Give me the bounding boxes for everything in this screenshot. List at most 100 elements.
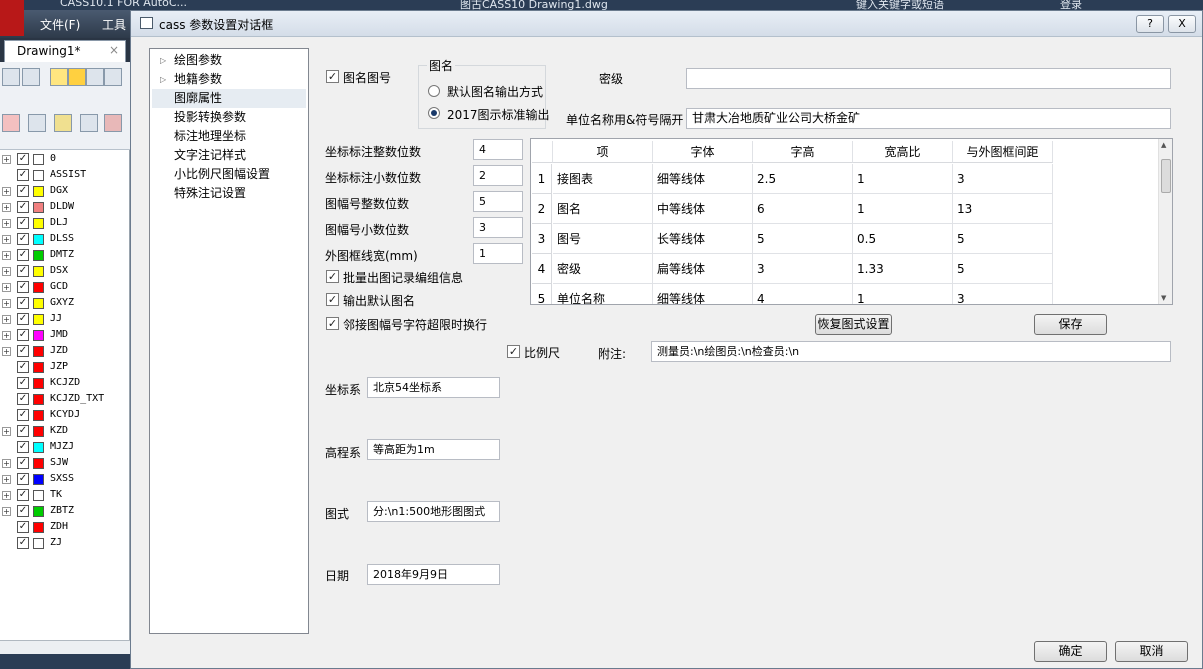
layer-color-swatch[interactable] <box>33 170 44 181</box>
frame-text-table[interactable]: ▲ ▼ 项字体 字高 宽高比 与外图框间距 1 接图表 细等线体 2.5 1 3 2 图名 中等线体 6 1… <box>530 138 1173 305</box>
layer-color-swatch[interactable] <box>33 362 44 373</box>
expand-icon[interactable]: + <box>2 267 11 276</box>
table-row-header[interactable]: 3 <box>532 224 552 254</box>
layer-visible-checkbox[interactable]: ✓ <box>17 265 29 277</box>
layer-row[interactable]: + ✓ TK <box>0 488 130 504</box>
layer-row[interactable]: ✓ MJZJ <box>0 440 130 456</box>
table-cell[interactable]: 细等线体 <box>653 164 753 194</box>
save-button[interactable]: 保存 <box>1034 314 1107 335</box>
layer-visible-checkbox[interactable]: ✓ <box>17 201 29 213</box>
layer-visible-checkbox[interactable]: ✓ <box>17 441 29 453</box>
sheet-dec-digits-input[interactable]: 3 <box>473 217 523 238</box>
layer-visible-checkbox[interactable]: ✓ <box>17 521 29 533</box>
expand-icon[interactable]: + <box>2 475 11 484</box>
table-cell[interactable]: 扁等线体 <box>653 254 753 284</box>
layer-color-swatch[interactable] <box>33 314 44 325</box>
layer-color-swatch[interactable] <box>33 410 44 421</box>
expand-icon[interactable]: + <box>2 251 11 260</box>
layer-row[interactable]: ✓ KCJZD_TXT <box>0 392 130 408</box>
layer-color-swatch[interactable] <box>33 330 44 341</box>
frame-width-input[interactable]: 1 <box>473 243 523 264</box>
layer-color-swatch[interactable] <box>33 298 44 309</box>
sheet-int-digits-input[interactable]: 5 <box>473 191 523 212</box>
layer-row[interactable]: ✓ ZDH <box>0 520 130 536</box>
batch-record-checkbox[interactable]: ✓ <box>326 270 339 283</box>
layer-color-swatch[interactable] <box>33 234 44 245</box>
note-input[interactable]: 测量员:\n绘图员:\n检查员:\n <box>651 341 1171 362</box>
layer-state-icon[interactable] <box>22 68 40 86</box>
expand-icon[interactable]: + <box>2 219 11 228</box>
layer-color-swatch[interactable] <box>33 426 44 437</box>
layer-visible-checkbox[interactable]: ✓ <box>17 297 29 309</box>
layer-row[interactable]: ✓ KCJZD <box>0 376 130 392</box>
default-name-radio[interactable] <box>428 85 440 97</box>
expand-icon[interactable]: + <box>2 459 11 468</box>
table-cell[interactable]: 细等线体 <box>653 284 753 304</box>
layer-row[interactable]: + ✓ DSX <box>0 264 130 280</box>
table-header-cell[interactable]: 宽高比 <box>853 141 953 163</box>
table-cell[interactable]: 图号 <box>553 224 653 254</box>
date-input[interactable]: 2018年9月9日 <box>367 564 500 585</box>
table-cell[interactable]: 3 <box>953 164 1053 194</box>
scroll-down-icon[interactable]: ▼ <box>1161 294 1166 302</box>
table-cell[interactable]: 1 <box>853 164 953 194</box>
layer-row[interactable]: ✓ JZP <box>0 360 130 376</box>
layer-row[interactable]: + ✓ GXYZ <box>0 296 130 312</box>
nav-item[interactable]: 文字注记样式 <box>152 146 306 165</box>
table-cell[interactable]: 单位名称 <box>553 284 653 304</box>
table-header-cell[interactable]: 项 <box>553 141 653 163</box>
expand-arrow-icon[interactable]: ▷ <box>160 70 166 89</box>
expand-icon[interactable]: + <box>2 299 11 308</box>
table-header-cell[interactable]: 与外图框间距 <box>953 141 1053 163</box>
table-cell[interactable]: 1.33 <box>853 254 953 284</box>
layer-visible-checkbox[interactable]: ✓ <box>17 281 29 293</box>
standard-2017-radio[interactable] <box>428 107 440 119</box>
table-cell[interactable]: 中等线体 <box>653 194 753 224</box>
expand-icon[interactable]: + <box>2 507 11 516</box>
table-cell[interactable]: 0.5 <box>853 224 953 254</box>
table-cell[interactable]: 长等线体 <box>653 224 753 254</box>
scroll-up-icon[interactable]: ▲ <box>1161 141 1166 149</box>
menu-tools[interactable]: 工具 <box>102 16 126 33</box>
nav-item[interactable]: ▷ 地籍参数 <box>152 70 306 89</box>
layer-visible-checkbox[interactable]: ✓ <box>17 217 29 229</box>
table-cell[interactable]: 4 <box>753 284 853 304</box>
table-cell[interactable]: 1 <box>853 194 953 224</box>
layer-visible-checkbox[interactable]: ✓ <box>17 233 29 245</box>
expand-icon[interactable]: + <box>2 427 11 436</box>
layer-visible-checkbox[interactable]: ✓ <box>17 345 29 357</box>
expand-icon[interactable]: + <box>2 315 11 324</box>
layer-visible-checkbox[interactable]: ✓ <box>17 489 29 501</box>
layer-color-swatch[interactable] <box>33 378 44 389</box>
layer-color-swatch[interactable] <box>33 538 44 549</box>
nav-item[interactable]: 图廓属性 <box>152 89 306 108</box>
layer-color-swatch[interactable] <box>33 474 44 485</box>
scroll-thumb[interactable] <box>1161 159 1171 193</box>
layer-visible-checkbox[interactable]: ✓ <box>17 425 29 437</box>
layer-row[interactable]: ✓ ZJ <box>0 536 130 552</box>
table-header-cell[interactable]: 字高 <box>753 141 853 163</box>
layer-row[interactable]: + ✓ GCD <box>0 280 130 296</box>
layer-visible-checkbox[interactable]: ✓ <box>17 185 29 197</box>
layer-row[interactable]: + ✓ KZD <box>0 424 130 440</box>
table-cell[interactable]: 5 <box>953 224 1053 254</box>
help-button[interactable]: ? <box>1136 15 1164 33</box>
layer-row[interactable]: + ✓ JJ <box>0 312 130 328</box>
lock-icon[interactable] <box>86 68 104 86</box>
table-row-header[interactable]: 2 <box>532 194 552 224</box>
layer-color-swatch[interactable] <box>33 154 44 165</box>
layer-scrollbar[interactable] <box>0 640 130 654</box>
bulb-icon[interactable] <box>50 68 68 86</box>
table-scrollbar[interactable]: ▲ ▼ <box>1158 139 1172 304</box>
coord-system-input[interactable]: 北京54坐标系 <box>367 377 500 398</box>
layer-row[interactable]: + ✓ SXSS <box>0 472 130 488</box>
layer-match-icon[interactable] <box>28 114 46 132</box>
expand-icon[interactable]: + <box>2 235 11 244</box>
layer-row[interactable]: + ✓ DLJ <box>0 216 130 232</box>
expand-icon[interactable]: + <box>2 491 11 500</box>
layer-color-swatch[interactable] <box>33 442 44 453</box>
layer-color-swatch[interactable] <box>33 458 44 469</box>
layer-row[interactable]: ✓ ASSIST <box>0 168 130 184</box>
nav-item[interactable]: ▷ 绘图参数 <box>152 51 306 70</box>
layer-color-swatch[interactable] <box>33 506 44 517</box>
